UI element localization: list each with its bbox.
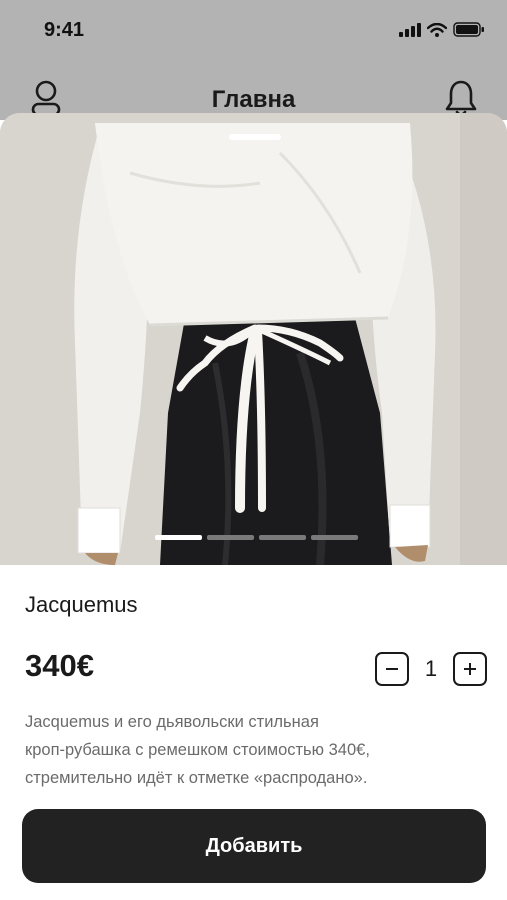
shirt-body — [95, 123, 413, 325]
image-pagination[interactable] — [155, 535, 358, 540]
description-line: стремительно идёт к отметке «распродано»… — [25, 769, 368, 787]
status-icons — [399, 22, 485, 37]
product-price: 340€ — [25, 648, 94, 683]
header-area: 9:41 Главна — [0, 0, 507, 120]
quantity-value: 1 — [424, 656, 438, 681]
plus-icon — [464, 663, 476, 675]
signal-icon — [399, 22, 421, 37]
status-bar: 9:41 — [0, 0, 507, 60]
pagination-dot[interactable] — [259, 535, 306, 540]
minus-icon — [386, 668, 398, 670]
increase-quantity-button[interactable] — [453, 652, 487, 686]
product-image[interactable] — [0, 113, 507, 565]
decrease-quantity-button[interactable] — [375, 652, 409, 686]
battery-icon — [453, 22, 484, 37]
quantity-stepper: 1 — [375, 652, 487, 686]
status-time: 9:41 — [44, 19, 85, 41]
bell-icon — [445, 80, 477, 116]
product-description: Jacquemus и его дьявольски стильная кроп… — [25, 708, 495, 792]
description-line: Jacquemus и его дьявольски стильная — [25, 713, 319, 731]
page-title: Главна — [211, 86, 296, 113]
pagination-dot[interactable] — [207, 535, 254, 540]
image-top-indicator — [229, 134, 281, 140]
product-photo — [0, 113, 507, 565]
description-line: кроп-рубашка с ремешком стоимостью 340€, — [25, 741, 370, 759]
pagination-dot[interactable] — [311, 535, 358, 540]
add-to-cart-button[interactable]: Добавить — [22, 809, 486, 883]
skirt-shape — [160, 318, 392, 565]
product-brand: Jacquemus — [25, 592, 138, 617]
notifications-button[interactable] — [443, 78, 479, 118]
wifi-icon — [427, 22, 447, 37]
pagination-dot[interactable] — [155, 535, 202, 540]
